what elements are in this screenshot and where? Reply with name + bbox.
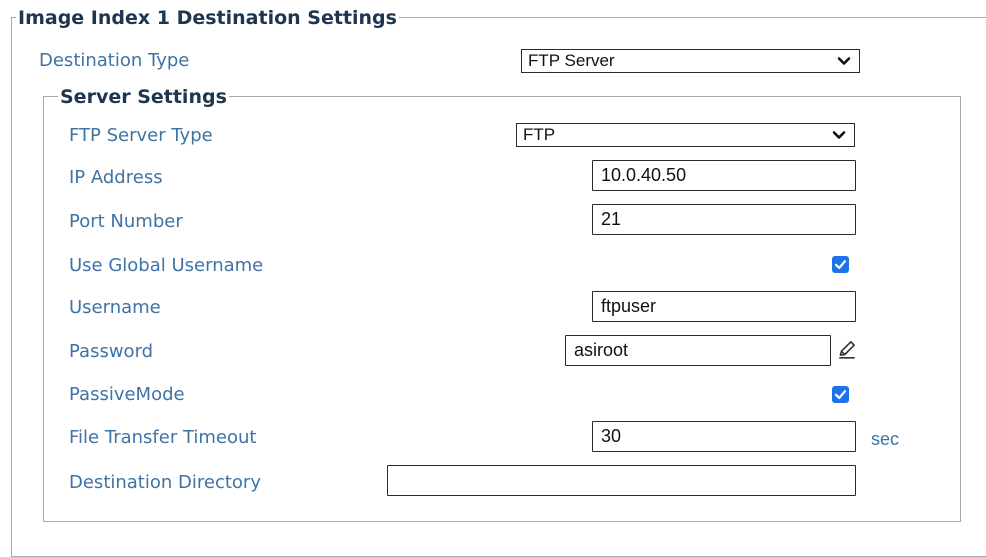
use-global-username-label: Use Global Username <box>69 255 264 276</box>
ftp-server-type-value: FTP <box>523 125 556 144</box>
destination-type-label: Destination Type <box>39 50 190 71</box>
ftp-server-type-label: FTP Server Type <box>69 125 213 146</box>
chevron-down-icon <box>837 57 851 65</box>
checkmark-icon <box>834 390 847 400</box>
timeout-unit-label: sec <box>871 429 900 449</box>
chevron-down-icon <box>832 131 846 139</box>
server-settings-title: Server Settings <box>58 86 229 108</box>
port-number-label: Port Number <box>69 211 183 232</box>
username-label: Username <box>69 297 161 318</box>
checkmark-icon <box>834 260 847 270</box>
password-input[interactable]: asiroot <box>565 335 831 366</box>
ftp-server-type-select[interactable]: FTP <box>516 123 855 147</box>
destination-settings-title: Image Index 1 Destination Settings <box>16 7 399 29</box>
username-input[interactable]: ftpuser <box>592 291 856 322</box>
use-global-username-checkbox[interactable] <box>832 256 849 273</box>
destination-type-select[interactable]: FTP Server <box>521 49 860 73</box>
file-transfer-timeout-input[interactable]: 30 <box>592 421 856 452</box>
passive-mode-checkbox[interactable] <box>832 386 849 403</box>
destination-type-value: FTP Server <box>528 51 615 70</box>
destination-directory-input[interactable] <box>387 465 856 496</box>
password-label: Password <box>69 341 154 362</box>
destination-directory-label: Destination Directory <box>69 472 261 493</box>
pencil-icon[interactable] <box>836 338 858 360</box>
ip-address-input[interactable]: 10.0.40.50 <box>592 160 856 191</box>
file-transfer-timeout-label: File Transfer Timeout <box>69 427 257 448</box>
port-number-input[interactable]: 21 <box>592 204 856 235</box>
ip-address-label: IP Address <box>69 167 163 188</box>
passive-mode-label: PassiveMode <box>69 384 185 405</box>
